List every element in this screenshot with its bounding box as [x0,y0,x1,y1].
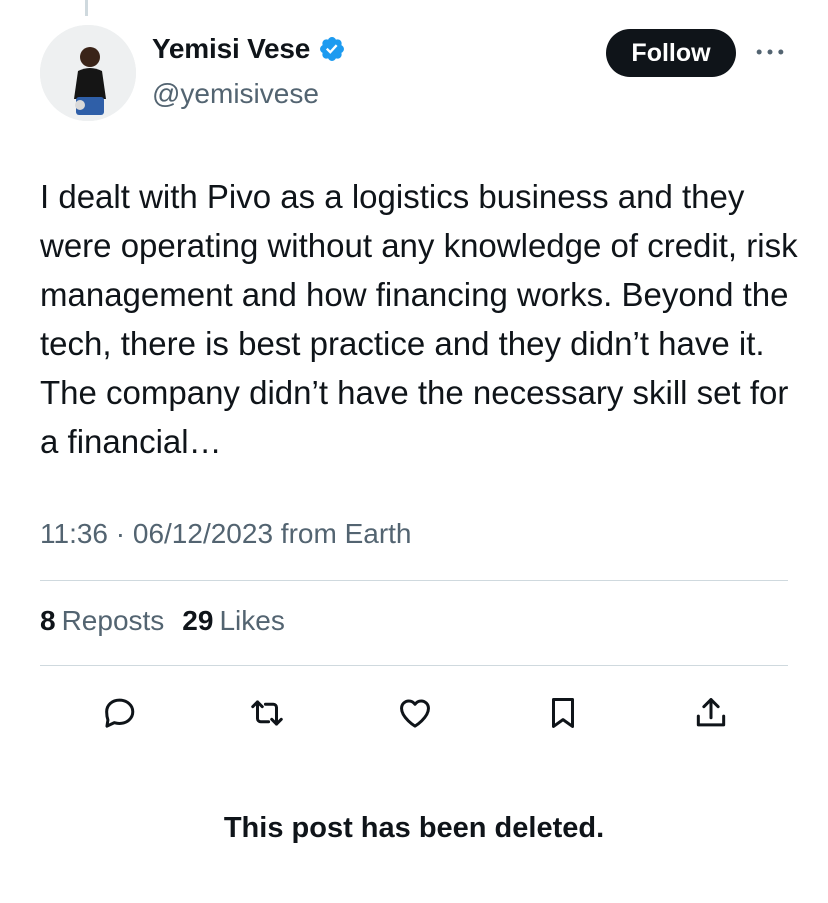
avatar-photo [40,25,136,121]
more-options-icon [756,49,784,55]
likes-count: 29 [182,605,214,636]
author-name-row: Yemisi Vese [152,33,346,65]
reply-button[interactable] [96,690,142,736]
reply-icon [105,698,135,728]
engagement-stats: 8 Reposts 29 Likes [40,605,303,637]
tweet-timestamp[interactable]: 11:36 · 06/12/2023 from Earth [40,518,412,550]
action-bar [0,690,828,736]
divider [40,665,788,666]
thread-connector-line [85,0,88,16]
repost-icon [251,700,283,726]
like-icon [400,699,430,728]
likes-label: Likes [219,605,285,636]
like-button[interactable] [392,690,438,736]
reposts-stat[interactable]: 8 Reposts [40,605,164,637]
reposts-label: Reposts [61,605,165,636]
more-options-button[interactable] [752,38,788,66]
divider [40,580,788,581]
follow-button[interactable]: Follow [606,29,736,77]
share-icon [696,698,726,727]
avatar[interactable] [40,25,136,121]
author-handle[interactable]: @yemisivese [152,78,319,110]
share-button[interactable] [688,690,734,736]
verified-badge-icon [320,37,345,61]
bookmark-icon [551,698,575,728]
tweet-text: I dealt with Pivo as a logistics busines… [40,178,798,460]
deleted-post-notice: This post has been deleted. [223,812,605,844]
author-display-name[interactable]: Yemisi Vese [152,33,310,65]
bookmark-button[interactable] [540,690,586,736]
reposts-count: 8 [40,605,56,636]
likes-stat[interactable]: 29 Likes [182,605,285,637]
repost-button[interactable] [244,690,290,736]
